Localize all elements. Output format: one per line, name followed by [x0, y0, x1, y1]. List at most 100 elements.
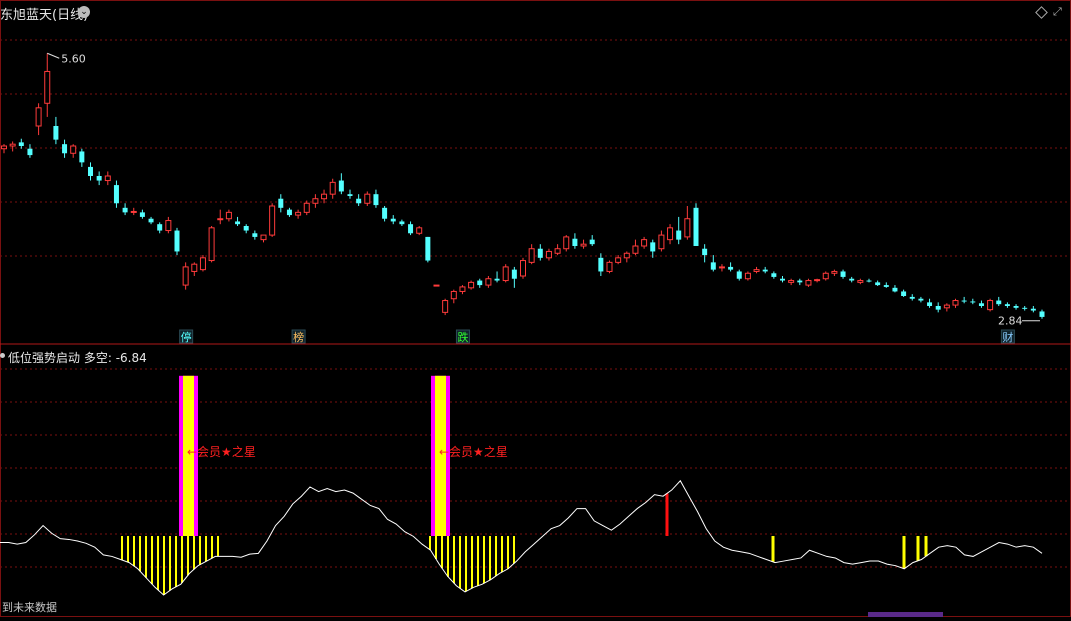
- scroll-indicator[interactable]: [868, 612, 943, 617]
- candle-up: [217, 218, 224, 221]
- candle-down: [935, 306, 941, 310]
- candle-down: [477, 280, 483, 286]
- candle-down: [399, 221, 405, 225]
- candle-down: [338, 180, 344, 192]
- candle-up: [528, 248, 535, 263]
- candle-up: [658, 234, 665, 250]
- candle-down: [598, 257, 604, 272]
- candle-up: [822, 272, 829, 280]
- candle-down: [892, 287, 898, 292]
- candle-down: [278, 198, 284, 208]
- candle-down: [866, 280, 872, 282]
- candle-down: [1039, 311, 1045, 317]
- candle-up: [321, 193, 328, 200]
- candle-down: [88, 166, 93, 176]
- candle-down: [390, 218, 396, 222]
- candle-down: [650, 242, 656, 252]
- candle-down: [901, 291, 907, 296]
- candle-down: [797, 280, 803, 283]
- candle-up: [684, 218, 691, 238]
- candle-down: [373, 194, 379, 206]
- candle-down: [849, 278, 855, 281]
- candle-up: [295, 211, 302, 216]
- candle-down: [382, 207, 388, 219]
- candle-up: [615, 257, 622, 263]
- candle-down: [113, 185, 119, 204]
- candle-down: [537, 248, 543, 258]
- candle-down: [1013, 306, 1019, 308]
- candle-up: [667, 227, 674, 241]
- event-marker-label: 跌: [457, 330, 468, 344]
- candle-down: [970, 301, 976, 303]
- candle-down: [425, 236, 431, 261]
- chevron-down-icon[interactable]: ⌄: [78, 6, 90, 18]
- candle-down: [883, 285, 889, 287]
- candle-down: [79, 151, 85, 163]
- candle-down: [1004, 304, 1010, 306]
- candle-down: [511, 269, 517, 279]
- candle-down: [589, 239, 595, 245]
- candle-down: [18, 142, 24, 146]
- candle-down: [875, 282, 881, 286]
- candle-up: [641, 239, 648, 247]
- candle-down: [676, 230, 682, 240]
- candle-up: [718, 266, 725, 269]
- candle-up: [606, 261, 613, 272]
- indicator-header: 低位强势启动 多空: -6.84: [8, 349, 147, 366]
- candle-down: [148, 218, 154, 223]
- candle-down: [494, 278, 500, 281]
- candle-up: [303, 202, 310, 213]
- candle-down: [1022, 307, 1028, 309]
- candle-down: [728, 266, 734, 270]
- candle-down: [693, 207, 699, 246]
- candle-down: [762, 269, 768, 272]
- candle-up: [805, 280, 812, 286]
- chart-frame: [0, 0, 1071, 617]
- candle-up: [191, 263, 198, 272]
- candle-down: [286, 209, 292, 216]
- candle-up: [632, 245, 639, 254]
- candle-up: [831, 270, 838, 274]
- candle-down: [174, 230, 180, 252]
- candle-down: [702, 248, 708, 256]
- candle-down: [235, 221, 241, 225]
- candle-down: [909, 296, 915, 299]
- event-marker-label: 停: [181, 330, 192, 344]
- candle-up: [1, 145, 7, 150]
- candle-up: [459, 286, 466, 292]
- candle-down: [27, 148, 33, 156]
- candle-down: [243, 226, 249, 231]
- high-price-label: 5.60: [61, 52, 86, 65]
- candle-down: [780, 278, 785, 281]
- candle-up: [580, 243, 587, 247]
- candle-down: [771, 273, 777, 277]
- candle-down: [157, 224, 163, 231]
- candle-up: [814, 279, 821, 282]
- candle-up: [312, 198, 319, 204]
- expand-icon[interactable]: ⤢: [1053, 5, 1062, 19]
- candle-up: [450, 290, 457, 300]
- candle-up: [44, 70, 51, 104]
- event-marker-label: 榜: [293, 330, 304, 344]
- candle-up: [987, 300, 994, 311]
- candle-up: [416, 227, 423, 234]
- candle-up: [442, 300, 449, 313]
- candle-down: [996, 300, 1002, 305]
- indicator-name: 低位强势启动: [8, 351, 81, 365]
- candle-up: [554, 248, 561, 254]
- candle-up: [433, 284, 440, 287]
- candle-up: [269, 205, 276, 236]
- candle-up: [943, 304, 950, 309]
- candle-down: [572, 238, 578, 246]
- chart-canvas: 5.60 2.84 停 榜 跌 财 ←会员★之星 ←会员★之星: [0, 0, 1071, 617]
- candle-up: [623, 252, 630, 259]
- candle-up: [857, 280, 864, 283]
- candle-up: [208, 227, 215, 262]
- candle-down: [347, 194, 353, 196]
- footer-label: 到未来数据: [2, 601, 57, 614]
- candle-up: [753, 269, 760, 272]
- candle-up: [165, 220, 172, 232]
- candle-up: [545, 250, 552, 259]
- candle-down: [978, 303, 984, 306]
- candle-up: [788, 280, 795, 283]
